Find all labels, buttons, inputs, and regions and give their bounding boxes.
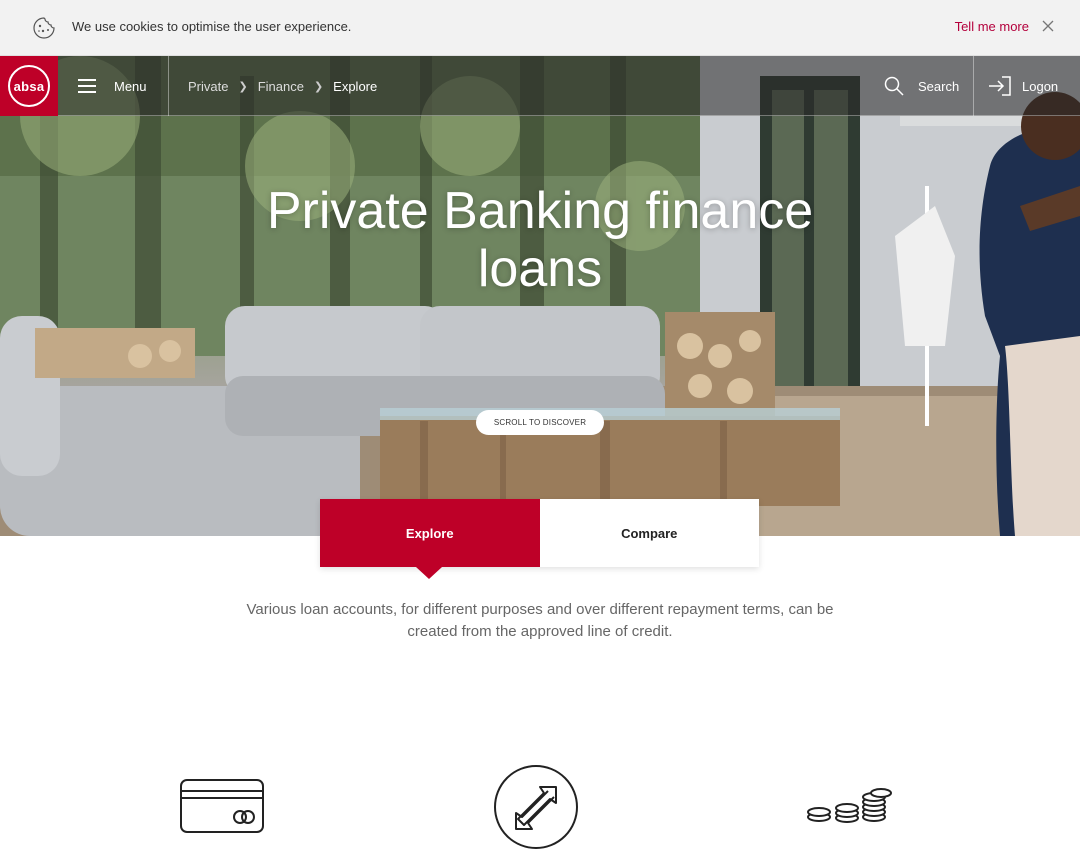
scroll-to-discover-button[interactable]: SCROLL TO DISCOVER bbox=[476, 410, 604, 435]
logon-icon bbox=[989, 76, 1011, 96]
search-label: Search bbox=[918, 78, 960, 94]
hamburger-icon bbox=[78, 75, 96, 97]
chevron-right-icon: ❯ bbox=[313, 80, 324, 93]
search-icon bbox=[884, 76, 904, 96]
logo-text: absa bbox=[8, 65, 50, 107]
credit-card-icon bbox=[180, 779, 264, 833]
nav-divider bbox=[168, 56, 169, 116]
cookie-banner: We use cookies to optimise the user expe… bbox=[0, 0, 1080, 56]
close-icon[interactable] bbox=[1041, 19, 1055, 33]
logon-label: Logon bbox=[1022, 78, 1059, 94]
transfer-arrows-icon bbox=[494, 765, 578, 849]
breadcrumb: Private ❯ Finance ❯ Explore bbox=[188, 56, 377, 116]
breadcrumb-finance[interactable]: Finance bbox=[258, 79, 304, 94]
tab-compare[interactable]: Compare bbox=[539, 499, 759, 567]
nav-divider bbox=[973, 56, 974, 116]
tell-me-more-link[interactable]: Tell me more bbox=[955, 19, 1029, 34]
menu-label: Menu bbox=[114, 78, 147, 94]
cookie-message: We use cookies to optimise the user expe… bbox=[72, 19, 352, 34]
tab-explore[interactable]: Explore bbox=[320, 499, 540, 579]
intro-text: Various loan accounts, for different pur… bbox=[246, 601, 834, 640]
logon-button[interactable]: Logon bbox=[988, 56, 1058, 116]
coins-stack-icon bbox=[807, 788, 892, 823]
cookie-icon bbox=[33, 17, 55, 39]
menu-button[interactable]: Menu bbox=[78, 56, 147, 116]
page-title: Private Banking finance loans bbox=[266, 182, 814, 298]
tab-bar: Explore Compare bbox=[320, 499, 759, 579]
breadcrumb-private[interactable]: Private bbox=[188, 79, 228, 94]
search-button[interactable]: Search bbox=[884, 56, 959, 116]
absa-logo[interactable]: absa bbox=[0, 56, 58, 116]
top-navbar: absa Menu Private ❯ Finance ❯ Explore Se… bbox=[0, 56, 1080, 116]
breadcrumb-explore: Explore bbox=[333, 78, 378, 94]
chevron-right-icon: ❯ bbox=[238, 80, 248, 93]
